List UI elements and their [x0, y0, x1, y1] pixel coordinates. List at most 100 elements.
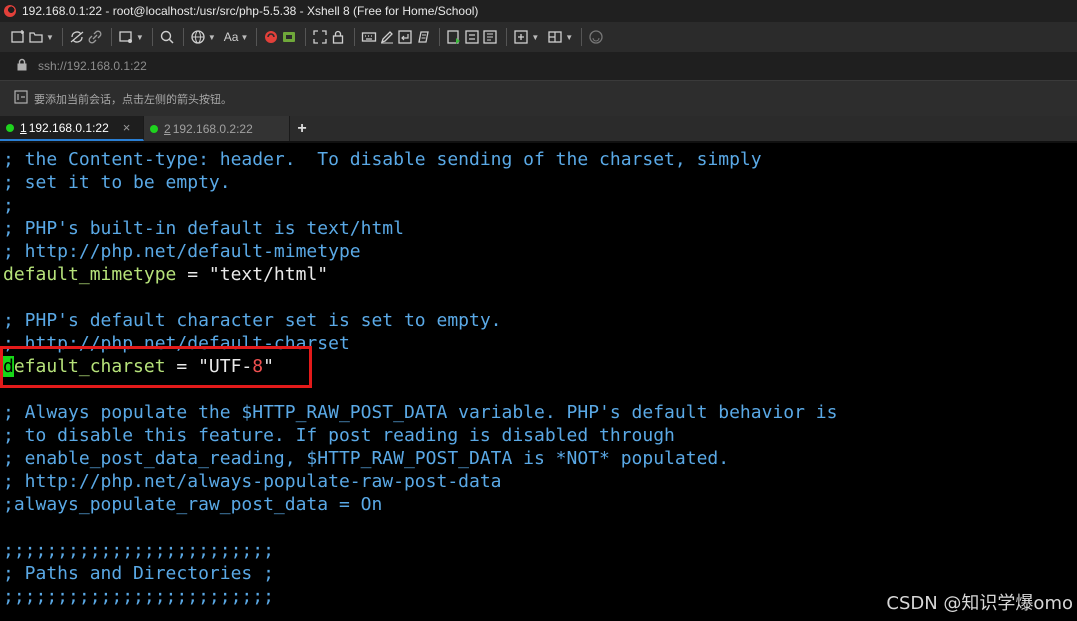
lock-icon	[16, 58, 28, 74]
toolbar-divider	[151, 28, 153, 46]
toolbar-divider	[110, 28, 112, 46]
address-url: ssh://192.168.0.1:22	[38, 59, 147, 73]
layout-icon	[548, 31, 562, 43]
hint-text: 要添加当前会话，点击左侧的箭头按钮。	[34, 93, 232, 106]
pen-icon	[381, 31, 394, 44]
session-tab-bar: 1 192.168.0.1:22 × 2 192.168.0.2:22 +	[0, 116, 1077, 141]
lock-icon	[333, 30, 344, 44]
new-tab-group-button[interactable]: ▼	[513, 26, 539, 48]
add-session-arrow-icon[interactable]	[14, 90, 28, 107]
fullscreen-button[interactable]	[312, 26, 328, 48]
log-icon	[447, 30, 461, 44]
terminal-line: ;;;;;;;;;;;;;;;;;;;;;;;;;	[3, 586, 274, 607]
chevron-down-icon: ▼	[135, 32, 144, 42]
script-button[interactable]	[415, 26, 431, 48]
terminal-line: ; PHP's built-in default is text/html	[3, 218, 404, 239]
transfer-icon	[465, 30, 480, 44]
search-icon	[160, 30, 174, 44]
terminal-line: ; Paths and Directories ;	[3, 563, 274, 584]
start-log-button[interactable]	[446, 26, 462, 48]
notes-icon	[483, 30, 498, 44]
open-folder-button[interactable]: ▼	[28, 26, 54, 48]
address-bar[interactable]: ssh://192.168.0.1:22	[0, 52, 1077, 80]
text-cursor: d	[3, 356, 14, 377]
toolbar-divider	[506, 28, 508, 46]
session-hint-bar: 要添加当前会话，点击左侧的箭头按钮。	[0, 80, 1077, 116]
terminal-output[interactable]: ; the Content-type: header. To disable s…	[0, 143, 1077, 621]
config-value: "UTF-	[198, 356, 253, 377]
chat-icon	[589, 30, 603, 44]
add-tab-button[interactable]: +	[290, 116, 314, 141]
encoding-button[interactable]: ▼	[190, 26, 216, 48]
font-button-label: Aa	[223, 30, 239, 44]
terminal-line: ; to disable this feature. If post readi…	[3, 425, 675, 446]
config-key: default_mimetype	[3, 264, 177, 285]
new-session-button[interactable]	[10, 26, 26, 48]
terminal-line: ; enable_post_data_reading, $HTTP_RAW_PO…	[3, 448, 730, 469]
config-operator: =	[176, 264, 209, 285]
link-icon[interactable]	[87, 26, 103, 48]
config-value: "	[263, 356, 274, 377]
properties-button[interactable]: ▼	[118, 26, 144, 48]
config-key: efault_charset	[13, 356, 166, 377]
chevron-down-icon: ▼	[207, 32, 216, 42]
terminal-line: ; Always populate the $HTTP_RAW_POST_DAT…	[3, 402, 838, 423]
terminal-line-mimetype: default_mimetype = "text/html"	[3, 263, 328, 286]
toolbar-divider	[354, 28, 356, 46]
terminal-line: ; the Content-type: header. To disable s…	[3, 149, 762, 170]
toolbar-divider	[256, 28, 258, 46]
toolbar-divider	[182, 28, 184, 46]
script-icon	[418, 31, 430, 43]
xftp-icon	[283, 32, 296, 42]
toolbar-divider	[439, 28, 441, 46]
notes-button[interactable]	[482, 26, 498, 48]
xshell-logo-icon	[4, 5, 16, 17]
chevron-down-icon: ▼	[46, 32, 54, 42]
terminal-line: ;	[3, 195, 14, 216]
reconnect-button[interactable]	[69, 26, 85, 48]
terminal-line: ; http://php.net/default-mimetype	[3, 241, 361, 262]
chat-button[interactable]	[588, 26, 604, 48]
chevron-down-icon: ▼	[531, 32, 540, 42]
title-bar: 192.168.0.1:22 - root@localhost:/usr/src…	[0, 0, 1077, 22]
close-icon[interactable]: ×	[123, 120, 131, 135]
watermark: CSDN @知识学爆omo	[886, 593, 1073, 614]
transfer-button[interactable]	[464, 26, 480, 48]
terminal-line: ; http://php.net/default-charset	[3, 333, 350, 354]
keyboard-icon	[362, 32, 377, 42]
font-button[interactable]: Aa ▼	[224, 26, 249, 48]
terminal-line: ;always_populate_raw_post_data = On	[3, 494, 383, 515]
layout-button[interactable]: ▼	[547, 26, 573, 48]
connected-status-icon	[150, 124, 158, 133]
tab-label: 192.168.0.2:22	[172, 121, 253, 136]
lock-button[interactable]	[330, 26, 346, 48]
enter-icon	[398, 30, 413, 44]
terminal-line: ; http://php.net/always-populate-raw-pos…	[3, 471, 502, 492]
terminal-line: ;;;;;;;;;;;;;;;;;;;;;;;;;	[3, 540, 274, 561]
terminal-line-charset: default_charset = "UTF-8"	[3, 355, 274, 378]
toolbar-divider	[581, 28, 583, 46]
xshell-icon-button[interactable]	[263, 26, 279, 48]
search-button[interactable]	[159, 26, 175, 48]
tab-number: 1	[20, 120, 27, 135]
toolbar-divider	[61, 28, 63, 46]
chevron-down-icon: ▼	[565, 32, 574, 42]
toolbar: ▼ ▼ ▼ Aa ▼ ▼ ▼	[0, 22, 1077, 52]
fullscreen-icon	[313, 30, 328, 44]
terminal-line: ; PHP's default character set is set to …	[3, 310, 502, 331]
send-key-button[interactable]	[397, 26, 413, 48]
keyboard-button[interactable]	[361, 26, 377, 48]
toolbar-divider	[305, 28, 307, 46]
config-value-number: 8	[252, 356, 264, 377]
config-value: "text/html"	[208, 264, 329, 285]
add-box-icon	[514, 30, 529, 44]
tab-session-1[interactable]: 1 192.168.0.1:22 ×	[0, 116, 144, 141]
globe-icon	[191, 30, 205, 44]
connected-status-icon	[6, 123, 14, 132]
tab-label: 192.168.0.1:22	[28, 120, 109, 135]
xftp-button[interactable]	[281, 26, 297, 48]
tab-session-2[interactable]: 2 192.168.0.2:22	[144, 116, 290, 141]
chevron-down-icon: ▼	[240, 32, 249, 42]
config-operator: =	[165, 356, 199, 377]
compose-button[interactable]	[379, 26, 395, 48]
